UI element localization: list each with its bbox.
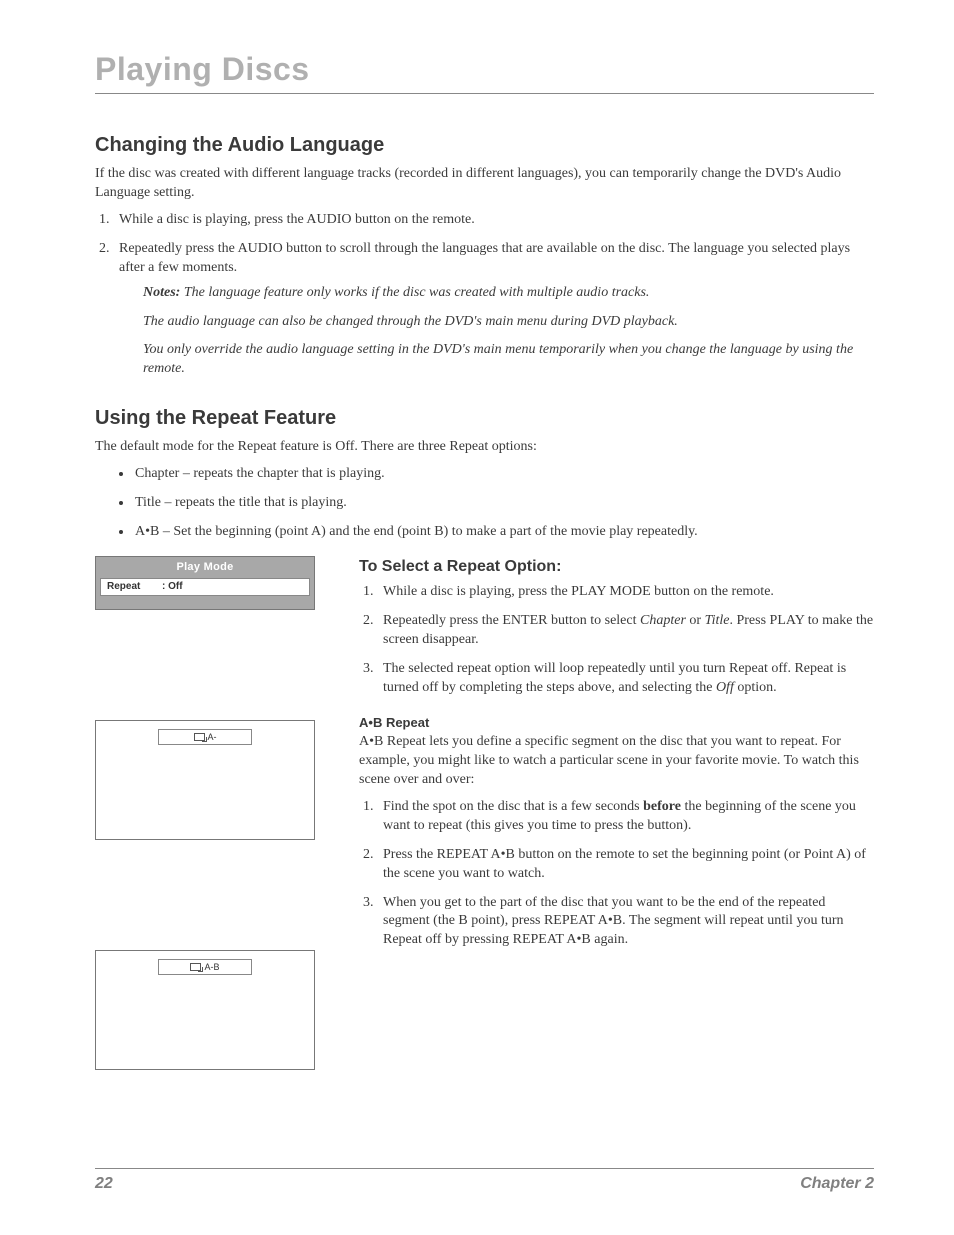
text: or <box>686 613 705 628</box>
select-repeat-steps: While a disc is playing, press the PLAY … <box>359 583 874 697</box>
repeat-options: Chapter – repeats the chapter that is pl… <box>95 465 874 542</box>
text-em: Chapter <box>640 613 686 628</box>
section-heading-repeat: Using the Repeat Feature <box>95 405 874 432</box>
page-number: 22 <box>95 1173 113 1195</box>
screen-a-box: A- <box>95 720 315 840</box>
chapter-label: Chapter 2 <box>800 1173 874 1195</box>
screen-a-label: A- <box>208 731 217 743</box>
text: The selected repeat option will loop rep… <box>383 661 846 695</box>
list-item: Repeatedly press the ENTER button to sel… <box>377 612 874 650</box>
page-footer: 22 Chapter 2 <box>95 1168 874 1195</box>
instruction-column: To Select a Repeat Option: While a disc … <box>359 556 874 961</box>
text-em: Title <box>705 613 730 628</box>
osd-repeat-row: Repeat : Off <box>100 578 310 597</box>
repeat-intro: The default mode for the Repeat feature … <box>95 438 874 457</box>
repeat-option: Title – repeats the title that is playin… <box>133 494 874 513</box>
screen-ab-pill: A-B <box>158 959 252 975</box>
list-item: When you get to the part of the disc tha… <box>377 894 874 951</box>
repeat-option: Chapter – repeats the chapter that is pl… <box>133 465 874 484</box>
note-text: The audio language can also be changed t… <box>143 313 874 332</box>
notes-label: Notes: <box>143 285 180 300</box>
osd-row-key: Repeat <box>107 580 162 594</box>
screen-a-pill: A- <box>158 729 252 745</box>
chapter-title: Playing Discs <box>95 48 874 94</box>
two-column-layout: Play Mode Repeat : Off A- A-B To Select … <box>95 556 874 1070</box>
illustration-column: Play Mode Repeat : Off A- A-B <box>95 556 315 1070</box>
list-item: The selected repeat option will loop rep… <box>377 660 874 698</box>
repeat-icon <box>194 733 205 741</box>
list-item: Find the spot on the disc that is a few … <box>377 798 874 836</box>
screen-ab-label: A-B <box>204 961 219 973</box>
select-repeat-heading: To Select a Repeat Option: <box>359 556 874 578</box>
audio-step: While a disc is playing, press the AUDIO… <box>113 211 874 230</box>
text: Find the spot on the disc that is a few … <box>383 799 643 814</box>
notes-block: Notes: The language feature only works i… <box>143 284 874 380</box>
audio-steps: While a disc is playing, press the AUDIO… <box>95 211 874 379</box>
ab-repeat-intro: A•B Repeat lets you define a specific se… <box>359 733 874 790</box>
text-em: Off <box>716 680 734 695</box>
text-bold: before <box>643 799 681 814</box>
audio-step: Repeatedly press the AUDIO button to scr… <box>113 240 874 379</box>
osd-row-val: : Off <box>162 580 183 594</box>
list-item: Press the REPEAT A•B button on the remot… <box>377 846 874 884</box>
ab-repeat-heading: A•B Repeat <box>359 714 874 732</box>
osd-title: Play Mode <box>96 557 314 578</box>
ab-repeat-steps: Find the spot on the disc that is a few … <box>359 798 874 950</box>
repeat-option: A•B – Set the beginning (point A) and th… <box>133 523 874 542</box>
section-heading-audio: Changing the Audio Language <box>95 132 874 159</box>
screen-ab-box: A-B <box>95 950 315 1070</box>
list-item: While a disc is playing, press the PLAY … <box>377 583 874 602</box>
audio-intro: If the disc was created with different l… <box>95 165 874 203</box>
note-text: You only override the audio language set… <box>143 341 874 379</box>
repeat-icon <box>190 963 201 971</box>
osd-playmode-box: Play Mode Repeat : Off <box>95 556 315 610</box>
note-text: The language feature only works if the d… <box>184 285 650 300</box>
text: option. <box>734 680 777 695</box>
step-text: Repeatedly press the AUDIO button to scr… <box>119 241 850 275</box>
text: Repeatedly press the ENTER button to sel… <box>383 613 640 628</box>
